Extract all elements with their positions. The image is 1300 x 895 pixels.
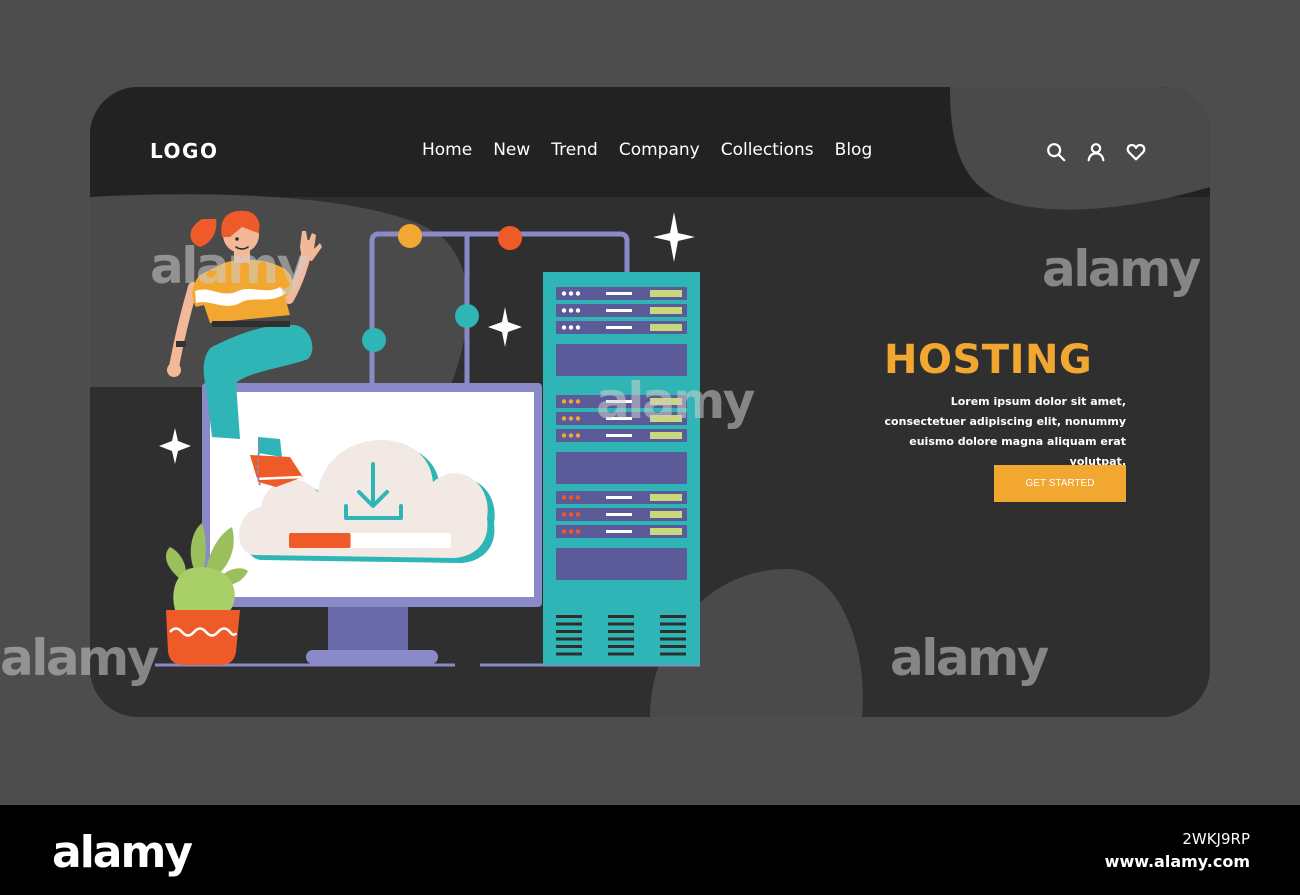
search-icon[interactable]	[1045, 141, 1067, 163]
vent-slot	[608, 630, 634, 633]
vent-slot	[608, 622, 634, 626]
vent-slot	[608, 652, 634, 656]
sparkle-icon	[653, 212, 695, 262]
server-unit	[556, 525, 687, 538]
server-unit	[556, 395, 687, 408]
server-unit	[556, 321, 687, 334]
vent-slot	[608, 645, 634, 648]
server-unit	[556, 412, 687, 425]
server-unit	[556, 287, 687, 300]
image-id: 2WKJ9RP	[1182, 830, 1250, 848]
vent-slot	[556, 630, 582, 633]
sparkle-icon	[488, 307, 522, 347]
vent-slot	[660, 615, 686, 618]
brand-logo: alamy	[52, 827, 193, 878]
hero-card: LOGO Home New Trend Company Collections …	[90, 87, 1210, 717]
user-icon[interactable]	[1085, 141, 1107, 163]
server-unit	[556, 304, 687, 317]
hero-description: Lorem ipsum dolor sit amet, consectetuer…	[884, 395, 1126, 468]
hosting-illustration	[155, 210, 700, 667]
progress-fill	[289, 533, 351, 548]
vent-slot	[660, 622, 686, 626]
download-progress-bar	[289, 533, 451, 548]
server-unit	[556, 491, 687, 504]
vent-slot	[608, 615, 634, 618]
vent-slot	[660, 630, 686, 633]
vent-slot	[660, 645, 686, 648]
vent-slot	[608, 637, 634, 641]
vent-slot	[660, 637, 686, 641]
cable-node	[455, 304, 479, 328]
server-unit	[556, 508, 687, 521]
heart-icon[interactable]	[1125, 141, 1147, 163]
cable-node	[398, 224, 422, 248]
rack-units	[556, 287, 687, 538]
vent-slot	[556, 615, 582, 618]
server-rack	[543, 272, 700, 665]
vent-slot	[556, 652, 582, 656]
sparkle-icon	[159, 428, 191, 464]
vent-slot	[660, 652, 686, 656]
server-unit	[556, 429, 687, 442]
vent-slot	[556, 622, 582, 626]
cable-node	[498, 226, 522, 250]
nav-icons	[1045, 141, 1147, 163]
footer-bar: alamy 2WKJ9RP www.alamy.com	[0, 805, 1300, 895]
vent-slot	[556, 645, 582, 648]
vent-slot	[556, 637, 582, 641]
site-url: www.alamy.com	[1104, 852, 1250, 871]
cable-node	[362, 328, 386, 352]
get-started-button[interactable]: GET STARTED	[994, 465, 1126, 502]
hero-title: HOSTING	[884, 337, 1093, 383]
